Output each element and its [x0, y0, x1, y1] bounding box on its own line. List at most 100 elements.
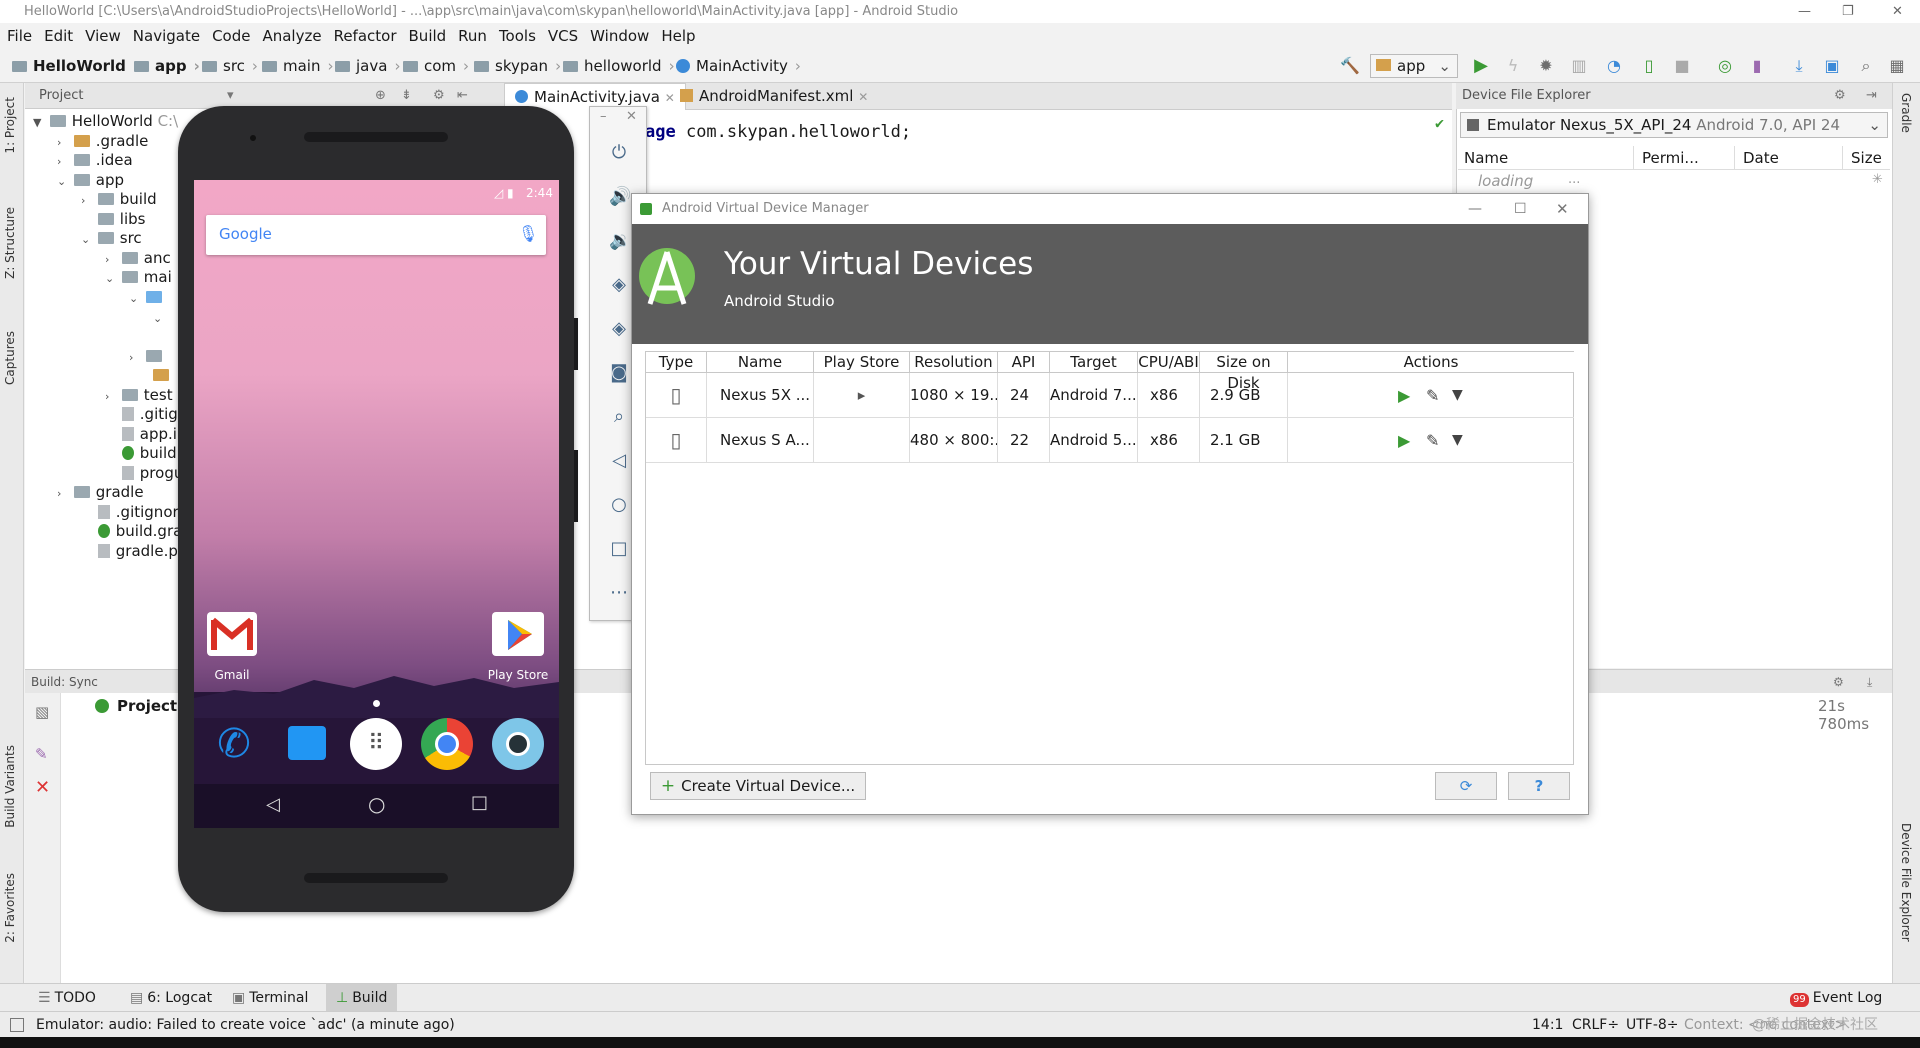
column-name[interactable]: Name — [707, 352, 814, 373]
file-encoding[interactable]: UTF-8÷ — [1626, 1012, 1679, 1038]
menu-vcs[interactable]: VCS — [548, 27, 578, 45]
volume-button[interactable] — [574, 450, 578, 522]
close-window-button[interactable]: ✕ — [1892, 0, 1903, 23]
line-separator[interactable]: CRLF÷ — [1572, 1012, 1619, 1038]
column-permissions[interactable]: Permi... — [1633, 146, 1699, 170]
screenshot-icon[interactable]: ◙ — [609, 363, 629, 383]
menu-build[interactable]: Build — [409, 27, 447, 45]
rotate-left-icon[interactable]: ◈ — [609, 275, 629, 295]
sync-gradle-icon[interactable]: ◎ — [1716, 57, 1734, 75]
edit-avd-icon[interactable]: ✎ — [1426, 418, 1439, 462]
overview-icon[interactable]: □ — [609, 539, 629, 559]
breadcrumb-helloworld[interactable]: HelloWorld› — [12, 56, 139, 76]
tab-build[interactable]: ⊥ Build — [326, 984, 398, 1012]
gear-icon[interactable]: ⚙ — [1833, 670, 1844, 694]
power-button[interactable] — [574, 318, 578, 370]
tab-project[interactable]: 1: Project — [3, 97, 17, 154]
run-icon[interactable]: ▶ — [1472, 57, 1490, 75]
maximize-button[interactable]: ❐ — [1842, 0, 1854, 23]
column-target[interactable]: Target — [1050, 352, 1138, 373]
home-icon[interactable]: ○ — [609, 495, 629, 515]
app-drawer-icon[interactable]: ⠿ — [350, 718, 402, 770]
menu-view[interactable]: View — [85, 27, 121, 45]
tree-item[interactable]: › .idea — [57, 150, 133, 170]
tree-item[interactable]: › anc — [105, 248, 171, 268]
launch-avd-icon[interactable]: ▶ — [1398, 373, 1410, 417]
attach-debugger-icon[interactable]: ▯ — [1640, 57, 1658, 75]
project-structure-icon[interactable]: ▣ — [1823, 57, 1841, 75]
menu-run[interactable]: Run — [458, 27, 487, 45]
column-cpu[interactable]: CPU/ABI — [1138, 352, 1200, 373]
layout-inspector-icon[interactable]: ▦ — [1888, 57, 1906, 75]
avd-name[interactable]: Nexus S A... — [707, 418, 814, 463]
menu-file[interactable]: File — [7, 27, 32, 45]
column-resolution[interactable]: Resolution — [910, 352, 998, 373]
tab-todo[interactable]: ☰ TODO — [28, 984, 106, 1012]
tree-item[interactable]: ⌄ app — [57, 170, 124, 190]
hide-panel-icon[interactable]: ⤓ — [1867, 670, 1872, 694]
more-icon[interactable]: ⋯ — [609, 583, 629, 603]
toggle-view-icon[interactable]: ▧ — [35, 703, 49, 721]
avd-name[interactable]: Nexus 5X ... — [707, 373, 814, 418]
volume-down-icon[interactable]: 🔉 — [609, 231, 631, 251]
tree-item[interactable]: › build — [81, 189, 157, 209]
tab-build-variants[interactable]: Build Variants — [3, 745, 17, 828]
volume-up-icon[interactable]: 🔊 — [609, 187, 631, 207]
apply-changes-icon[interactable]: ϟ — [1504, 57, 1522, 75]
sdk-manager-icon[interactable]: ⤓ — [1790, 57, 1808, 75]
close-dialog-button[interactable]: ✕ — [1556, 194, 1569, 224]
google-search-bar[interactable]: Google 🎙 — [206, 215, 546, 255]
close-icon[interactable]: ✕ — [35, 777, 50, 798]
chrome-icon[interactable] — [421, 718, 473, 770]
minimize-button[interactable]: — — [1798, 0, 1811, 23]
tree-item[interactable]: › — [129, 346, 168, 366]
run-config-select[interactable]: app ⌄ — [1370, 54, 1458, 78]
back-icon[interactable]: ◁ — [609, 451, 629, 471]
tab-favorites[interactable]: 2: Favorites — [3, 873, 17, 943]
play-store-icon[interactable] — [492, 612, 544, 656]
column-size[interactable]: Size — [1842, 146, 1882, 170]
toggle-tool-windows-icon[interactable] — [10, 1018, 24, 1032]
column-type[interactable]: Type — [646, 352, 707, 373]
coverage-icon[interactable]: ▥ — [1570, 57, 1588, 75]
column-actions[interactable]: Actions — [1288, 352, 1574, 373]
tree-item[interactable]: ⌄ — [129, 287, 168, 307]
close-emulator-icon[interactable]: ✕ — [626, 109, 637, 124]
launch-avd-icon[interactable]: ▶ — [1398, 418, 1410, 462]
tree-item[interactable]: libs — [81, 209, 145, 229]
tree-item-root[interactable]: ▼ HelloWorld C:\ — [33, 111, 178, 131]
breadcrumb-app[interactable]: app › — [134, 56, 200, 76]
menu-refactor[interactable]: Refactor — [334, 27, 397, 45]
tree-item[interactable]: ⌄ — [153, 307, 165, 327]
breadcrumb-main[interactable]: main › — [262, 56, 333, 76]
column-name[interactable]: Name — [1464, 146, 1508, 170]
back-icon[interactable]: ◁ — [266, 794, 280, 815]
menu-navigate[interactable]: Navigate — [133, 27, 200, 45]
edit-avd-icon[interactable]: ✎ — [1426, 373, 1439, 417]
pin-icon[interactable]: ✎ — [35, 745, 48, 763]
caret-position[interactable]: 14:1 — [1532, 1012, 1563, 1038]
breadcrumb-skypan[interactable]: skypan › — [474, 56, 561, 76]
more-actions-icon[interactable]: ▼ — [1452, 418, 1463, 462]
profile-icon[interactable]: ◔ — [1605, 57, 1623, 75]
menu-analyze[interactable]: Analyze — [262, 27, 321, 45]
home-icon[interactable]: ○ — [368, 792, 385, 816]
tab-logcat[interactable]: ▤ 6: Logcat — [120, 984, 222, 1012]
mic-icon[interactable]: 🎙 — [518, 224, 538, 243]
gmail-icon[interactable] — [207, 612, 257, 656]
search-icon[interactable]: ⌕ — [1857, 57, 1875, 75]
phone-icon[interactable]: ✆ — [208, 718, 260, 770]
tab-captures[interactable]: Captures — [3, 331, 17, 385]
menu-window[interactable]: Window — [590, 27, 649, 45]
breadcrumb-java[interactable]: java › — [335, 56, 400, 76]
refresh-button[interactable]: ⟳ — [1435, 772, 1497, 800]
camera-icon[interactable] — [492, 718, 544, 770]
menu-tools[interactable]: Tools — [499, 27, 536, 45]
power-icon[interactable]: ⏻ — [609, 143, 629, 163]
tree-item[interactable]: ⌄ mai — [105, 267, 172, 287]
tab-structure[interactable]: Z: Structure — [3, 207, 17, 279]
project-view-select[interactable]: Project — [39, 88, 83, 103]
rotate-right-icon[interactable]: ◈ — [609, 319, 629, 339]
device-select[interactable]: Emulator Nexus_5X_API_24 Android 7.0, AP… — [1460, 112, 1888, 138]
zoom-icon[interactable]: ⌕ — [609, 407, 629, 427]
